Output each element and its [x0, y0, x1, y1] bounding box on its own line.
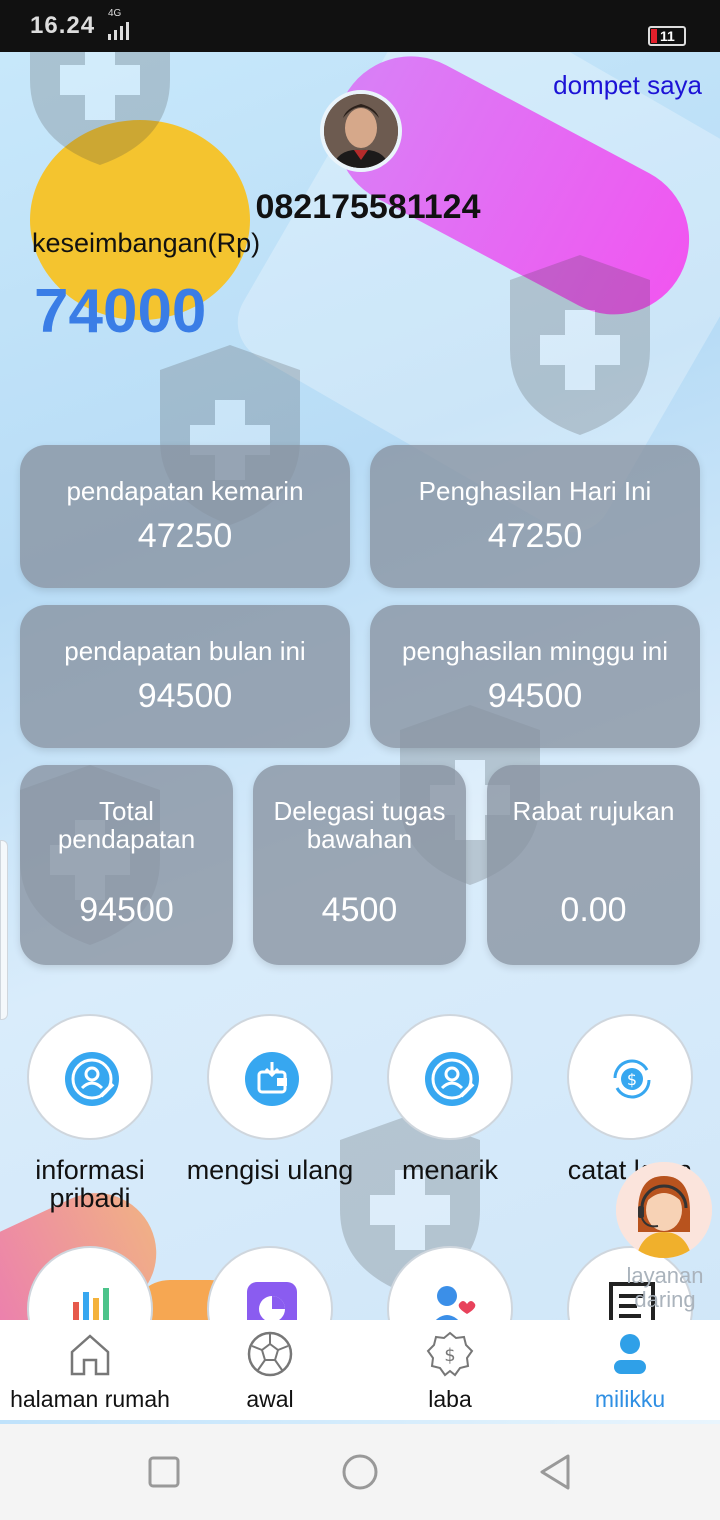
- total-income-card[interactable]: Total pendapatan 94500: [20, 765, 233, 965]
- tab-label: laba: [428, 1386, 472, 1412]
- online-service-button[interactable]: [616, 1162, 712, 1258]
- shield-watermark-icon: [510, 255, 650, 435]
- personal-info-button[interactable]: [27, 1014, 153, 1140]
- signal-icon: [108, 22, 129, 40]
- card-label: pendapatan kemarin: [66, 476, 304, 506]
- svg-text:$: $: [444, 1345, 455, 1366]
- month-income-card[interactable]: pendapatan bulan ini 94500: [20, 605, 350, 748]
- card-value: 0.00: [560, 891, 627, 929]
- week-income-card[interactable]: penghasilan minggu ini 94500: [370, 605, 700, 748]
- card-label: Delegasi tugas bawahan: [273, 796, 446, 854]
- customer-service-agent-icon: [616, 1162, 712, 1258]
- referral-rebate-card[interactable]: Rabat rujukan 0.00: [487, 765, 700, 965]
- status-time: 16.24: [30, 12, 96, 39]
- yesterday-income-card[interactable]: pendapatan kemarin 47250: [20, 445, 350, 588]
- tab-profit[interactable]: $ laba: [360, 1320, 540, 1420]
- topup-button[interactable]: [207, 1014, 333, 1140]
- tab-mine[interactable]: milikku: [540, 1320, 720, 1420]
- personal-info-label: informasi pribadi: [35, 1155, 145, 1213]
- home-icon: [70, 1334, 110, 1376]
- online-service-label: layanan daring: [626, 1263, 704, 1312]
- svg-text:$: $: [627, 1070, 637, 1089]
- soccer-ball-icon: [247, 1331, 293, 1377]
- dollar-refresh-icon: $: [605, 1052, 659, 1106]
- system-nav-bar: [0, 1424, 720, 1520]
- card-label: Rabat rujukan: [512, 796, 675, 826]
- app-screen: dompet saya 082175581124 keseimbangan(Rp…: [0, 0, 720, 1425]
- withdraw-label: menarik: [401, 1155, 499, 1185]
- card-value: 47250: [137, 517, 233, 555]
- card-label: pendapatan bulan ini: [64, 636, 306, 666]
- user-edit-icon: [65, 1052, 119, 1106]
- balance-label: keseimbangan(Rp): [32, 228, 261, 258]
- tab-label: awal: [246, 1386, 294, 1412]
- topup-label: mengisi ulang: [186, 1155, 354, 1185]
- balance-value: 74000: [34, 277, 207, 346]
- card-value: 47250: [487, 517, 583, 555]
- tab-label: halaman rumah: [10, 1386, 170, 1412]
- recent-apps-icon[interactable]: [144, 1452, 184, 1492]
- tab-home[interactable]: halaman rumah: [0, 1320, 180, 1420]
- home-button-icon[interactable]: [340, 1452, 380, 1492]
- battery-level: [651, 29, 657, 43]
- withdraw-button[interactable]: [387, 1014, 513, 1140]
- battery-icon: 11: [648, 26, 686, 46]
- card-value: 94500: [79, 891, 174, 929]
- card-value: 4500: [321, 891, 398, 929]
- today-income-card[interactable]: Penghasilan Hari Ini 47250: [370, 445, 700, 588]
- subordinate-task-card[interactable]: Delegasi tugas bawahan 4500: [253, 765, 466, 965]
- financial-records-button[interactable]: $: [567, 1014, 693, 1140]
- tab-label: milikku: [594, 1386, 666, 1412]
- tab-start[interactable]: awal: [180, 1320, 360, 1420]
- card-label: penghasilan minggu ini: [402, 636, 668, 666]
- battery-percent: 11: [660, 28, 675, 44]
- dollar-badge-icon: $: [426, 1331, 474, 1377]
- phone-number: 082175581124: [255, 188, 481, 226]
- network-type: 4G: [108, 8, 122, 19]
- user-edit-icon: [425, 1052, 479, 1106]
- person-icon: [614, 1334, 646, 1374]
- card-value: 94500: [137, 677, 233, 715]
- card-label: Penghasilan Hari Ini: [418, 476, 652, 506]
- card-label: Total pendapatan: [57, 796, 196, 854]
- wallet-download-icon: [245, 1052, 299, 1106]
- back-icon[interactable]: [536, 1452, 576, 1492]
- avatar[interactable]: [320, 90, 402, 172]
- card-value: 94500: [487, 677, 583, 715]
- profile-photo: [324, 94, 398, 168]
- bottom-tab-bar: halaman rumah awal $ laba milikku: [0, 1320, 720, 1420]
- side-drawer-handle[interactable]: [0, 840, 8, 1020]
- my-wallet-link[interactable]: dompet saya: [553, 70, 702, 101]
- status-bar: 16.24 4G 11: [0, 0, 720, 52]
